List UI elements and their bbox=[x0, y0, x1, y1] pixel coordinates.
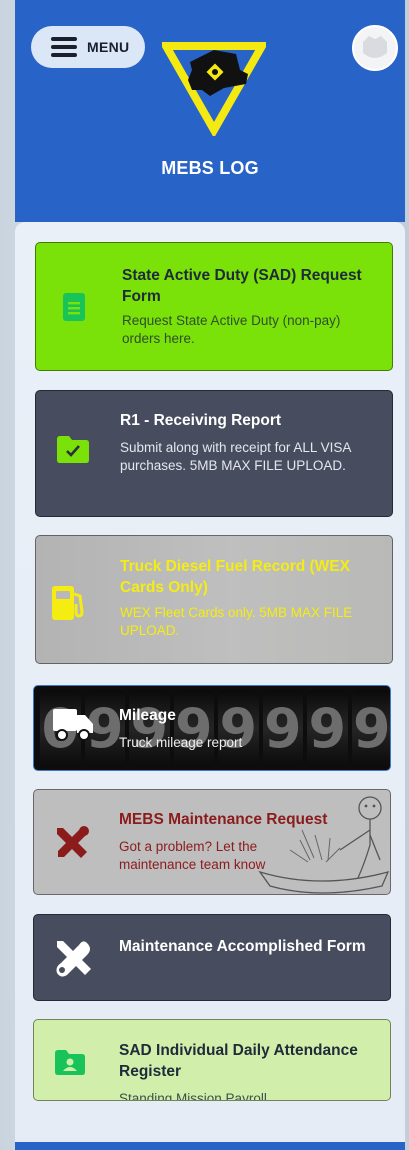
hamburger-icon bbox=[51, 37, 77, 57]
wrench-screwdriver-icon bbox=[53, 937, 95, 979]
card-description: Got a problem? Let the maintenance team … bbox=[119, 839, 266, 872]
card-title: Truck Diesel Fuel Record (WEX Cards Only… bbox=[120, 558, 350, 596]
user-avatar-icon bbox=[354, 27, 396, 69]
tools-crossed-icon bbox=[54, 825, 90, 861]
menu-button[interactable]: MENU bbox=[31, 26, 145, 68]
card-title: SAD Individual Daily Attendance Register bbox=[119, 1042, 358, 1080]
app-header: MENU MEBS LOG bbox=[15, 0, 405, 222]
mebs-logo bbox=[162, 42, 266, 136]
menu-label: MENU bbox=[87, 39, 130, 55]
card-title: MEBS Maintenance Request bbox=[119, 811, 328, 828]
user-avatar[interactable] bbox=[352, 25, 398, 71]
card-description: Truck mileage report bbox=[119, 735, 243, 750]
footer-strip bbox=[15, 1142, 405, 1150]
fuel-pump-icon bbox=[52, 582, 86, 620]
app-title: MEBS LOG bbox=[161, 158, 259, 178]
card-description: Standing Mission Payroll bbox=[119, 1091, 267, 1101]
card-maintenance-accomplished-form[interactable]: Maintenance Accomplished Form bbox=[33, 914, 391, 1001]
card-title: R1 - Receiving Report bbox=[120, 412, 282, 429]
card-description: Request State Active Duty (non-pay) orde… bbox=[122, 313, 341, 346]
card-r1-receiving-report[interactable]: R1 - Receiving Report Submit along with … bbox=[35, 390, 393, 517]
card-description: Submit along with receipt for ALL VISA p… bbox=[120, 440, 351, 473]
truck-icon bbox=[53, 709, 93, 743]
card-mileage[interactable]: 0 9 9 9 9 9 9 9 Mileage Truck mileage re… bbox=[33, 685, 391, 771]
card-truck-diesel-fuel-record[interactable]: Truck Diesel Fuel Record (WEX Cards Only… bbox=[35, 535, 393, 664]
document-icon bbox=[63, 293, 85, 321]
folder-person-icon bbox=[55, 1049, 85, 1075]
card-title: Maintenance Accomplished Form bbox=[119, 938, 366, 955]
card-mebs-maintenance-request[interactable]: MEBS Maintenance Request Got a problem? … bbox=[33, 789, 391, 895]
folder-check-icon bbox=[57, 435, 89, 463]
card-title: Mileage bbox=[119, 707, 176, 724]
card-title: State Active Duty (SAD) Request Form bbox=[122, 267, 362, 305]
card-description: WEX Fleet Cards only. 5MB MAX FILE UPLOA… bbox=[120, 605, 353, 638]
card-sad-request-form[interactable]: State Active Duty (SAD) Request Form Req… bbox=[35, 242, 393, 371]
card-sad-daily-attendance-register[interactable]: SAD Individual Daily Attendance Register… bbox=[33, 1019, 391, 1101]
